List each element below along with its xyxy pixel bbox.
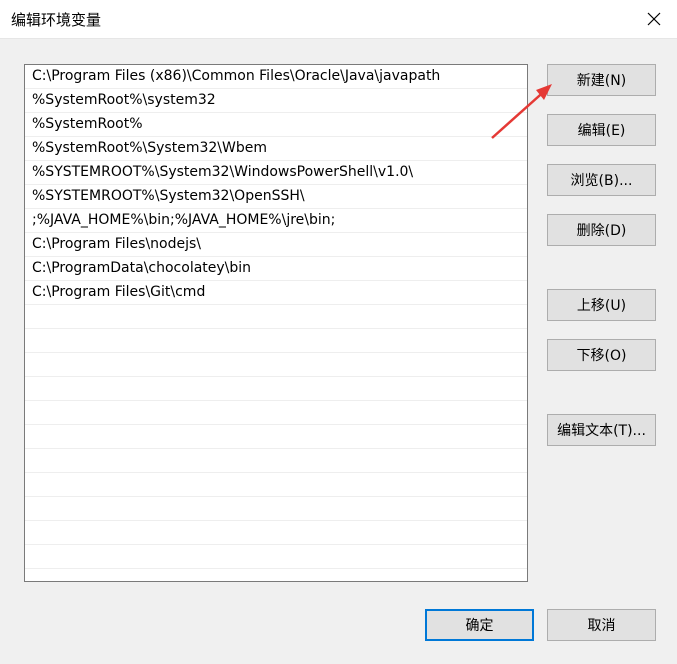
path-list-item[interactable]: C:\Program Files\Git\cmd bbox=[25, 281, 527, 305]
path-list-item[interactable]: %SystemRoot%\System32\Wbem bbox=[25, 137, 527, 161]
path-list-item[interactable]: C:\Program Files (x86)\Common Files\Orac… bbox=[25, 65, 527, 89]
cancel-button[interactable]: 取消 bbox=[547, 609, 656, 641]
path-list[interactable]: C:\Program Files (x86)\Common Files\Orac… bbox=[24, 64, 528, 582]
edit-button[interactable]: 编辑(E) bbox=[547, 114, 656, 146]
path-list-item[interactable] bbox=[25, 401, 527, 425]
path-list-item[interactable]: %SYSTEMROOT%\System32\WindowsPowerShell\… bbox=[25, 161, 527, 185]
path-list-item[interactable] bbox=[25, 305, 527, 329]
path-list-item[interactable] bbox=[25, 449, 527, 473]
path-list-item[interactable] bbox=[25, 497, 527, 521]
path-list-item[interactable]: %SystemRoot%\system32 bbox=[25, 89, 527, 113]
close-icon bbox=[647, 12, 661, 26]
path-list-item[interactable] bbox=[25, 377, 527, 401]
path-list-item[interactable] bbox=[25, 473, 527, 497]
edit-text-button[interactable]: 编辑文本(T)... bbox=[547, 414, 656, 446]
browse-button[interactable]: 浏览(B)... bbox=[547, 164, 656, 196]
move-up-button[interactable]: 上移(U) bbox=[547, 289, 656, 321]
path-list-item[interactable]: C:\Program Files\nodejs\ bbox=[25, 233, 527, 257]
path-list-item[interactable]: C:\ProgramData\chocolatey\bin bbox=[25, 257, 527, 281]
ok-button[interactable]: 确定 bbox=[425, 609, 534, 641]
path-list-item[interactable] bbox=[25, 545, 527, 569]
path-list-item[interactable] bbox=[25, 569, 527, 581]
delete-button[interactable]: 删除(D) bbox=[547, 214, 656, 246]
close-button[interactable] bbox=[631, 0, 677, 38]
new-button[interactable]: 新建(N) bbox=[547, 64, 656, 96]
path-list-item[interactable] bbox=[25, 521, 527, 545]
move-down-button[interactable]: 下移(O) bbox=[547, 339, 656, 371]
path-list-item[interactable]: %SYSTEMROOT%\System32\OpenSSH\ bbox=[25, 185, 527, 209]
annotation-arrow-icon bbox=[491, 84, 552, 139]
path-list-item[interactable] bbox=[25, 329, 527, 353]
path-list-item[interactable] bbox=[25, 353, 527, 377]
title-bar: 编辑环境变量 bbox=[0, 0, 677, 39]
window-title: 编辑环境变量 bbox=[11, 11, 102, 29]
path-list-item[interactable]: %SystemRoot% bbox=[25, 113, 527, 137]
path-list-item[interactable]: ;%JAVA_HOME%\bin;%JAVA_HOME%\jre\bin; bbox=[25, 209, 527, 233]
path-list-item[interactable] bbox=[25, 425, 527, 449]
